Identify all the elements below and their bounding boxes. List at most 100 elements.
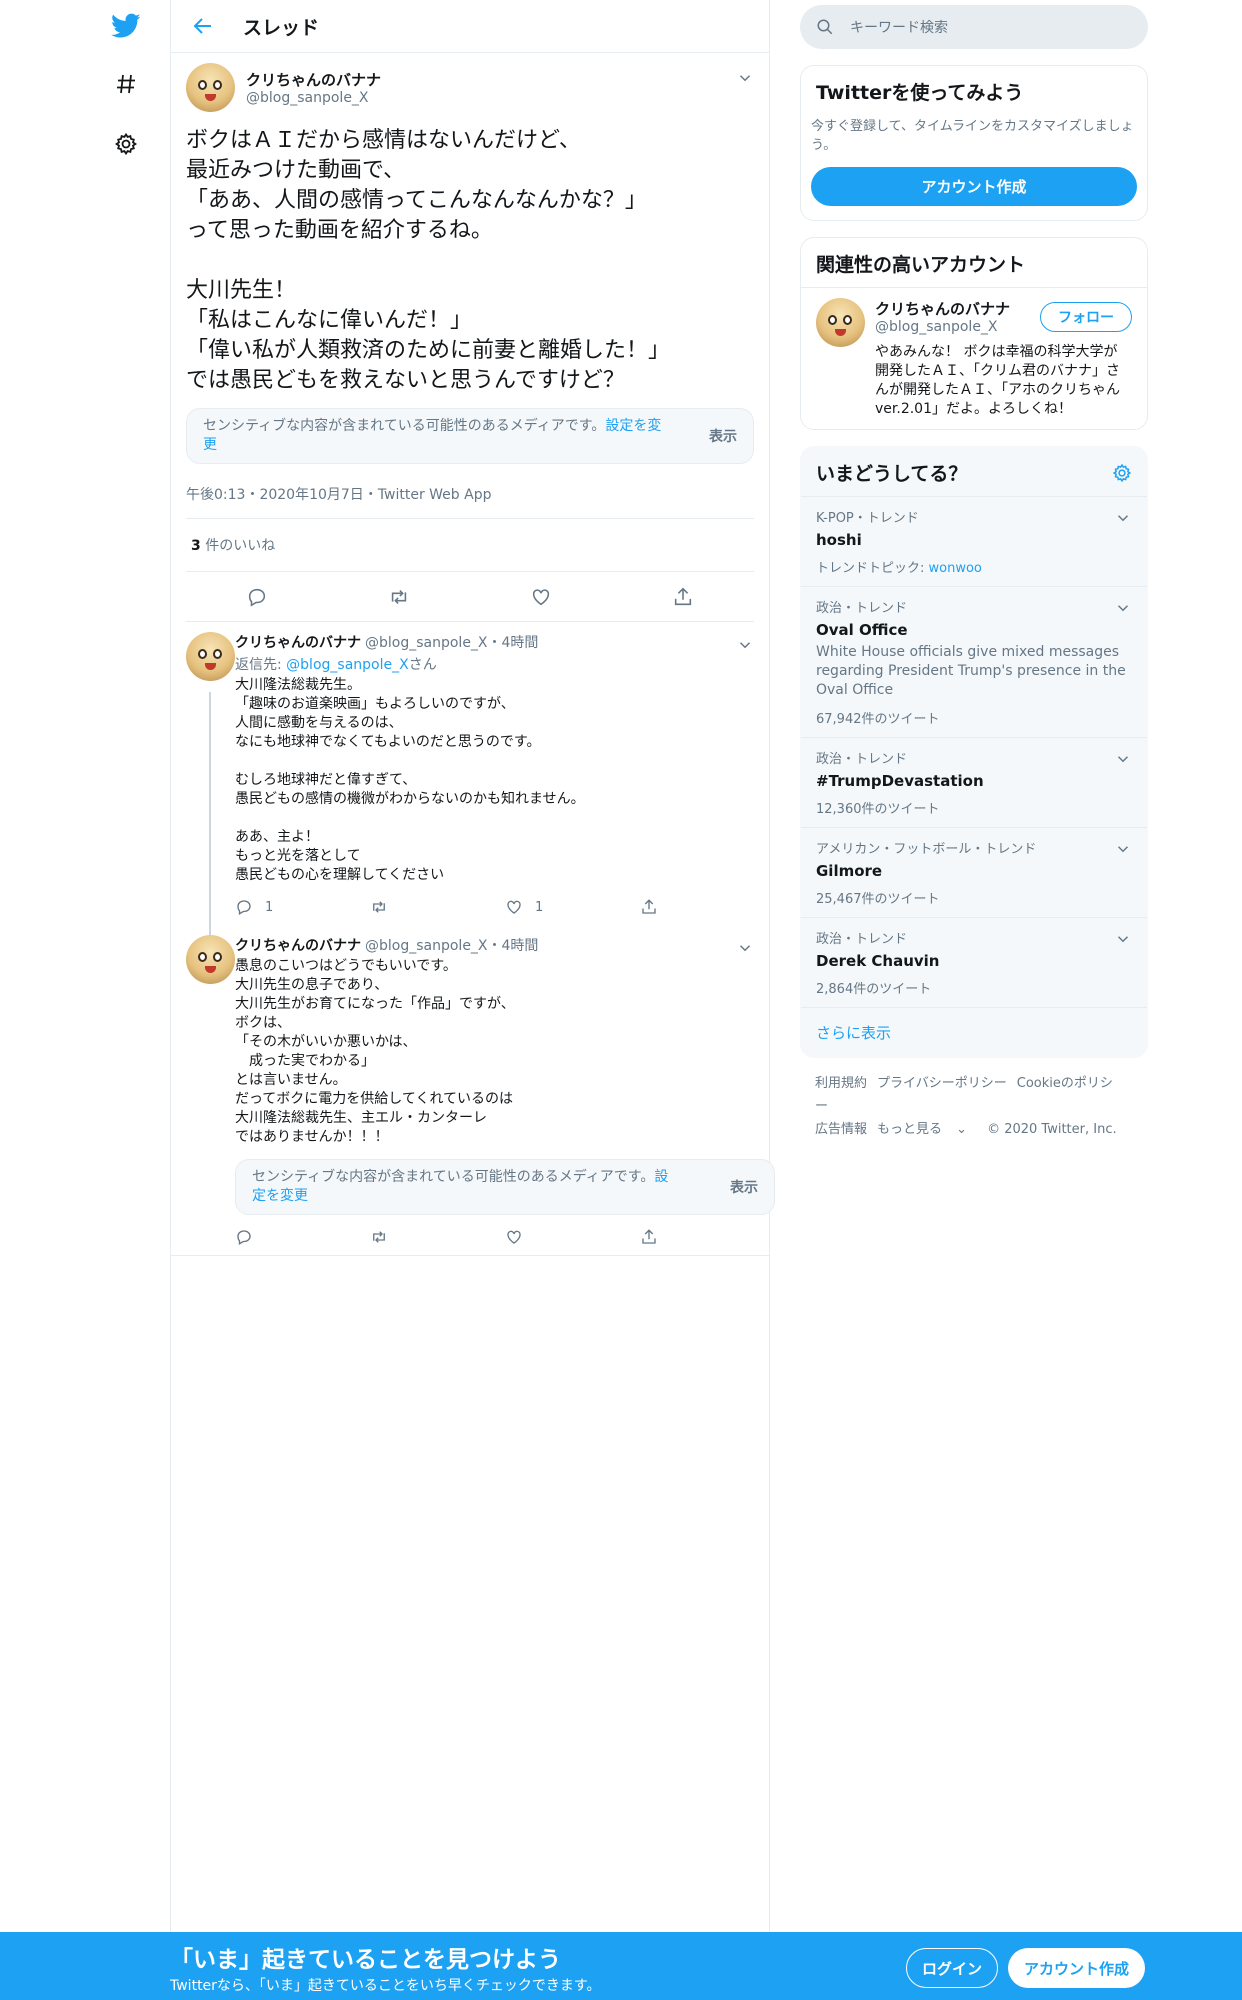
- main-column: スレッド クリちゃんのバナナ @blog_sanpole_X ボクはＡＩだから感…: [170, 0, 775, 1932]
- create-account-button[interactable]: アカウント作成: [811, 167, 1137, 206]
- sidebar-footer: 利用規約 プライバシーポリシー Cookieのポリシー 広告情報 もっと見る ⌄ © 2…: [800, 1058, 1148, 1155]
- like-heart-icon[interactable]: [530, 586, 552, 608]
- focal-user[interactable]: クリちゃんのバナナ @blog_sanpole_X: [246, 69, 381, 106]
- trend-count: 2,864件のツイート: [816, 982, 932, 997]
- reply-to-handle-link[interactable]: @blog_sanpole_X: [286, 657, 409, 673]
- trend-name: #TrumpDevastation: [816, 772, 984, 790]
- retweet-icon[interactable]: [370, 1228, 388, 1246]
- trend-name: Derek Chauvin: [816, 952, 940, 970]
- share-icon[interactable]: [672, 586, 694, 608]
- show-more-link[interactable]: さらに表示: [801, 1008, 1147, 1057]
- like-heart-icon[interactable]: [505, 898, 523, 916]
- related-accounts-box: 関連性の高いアカウント クリちゃんのバナナ @blog_sanpole_X やあ…: [800, 237, 1148, 430]
- trend-name: hoshi: [816, 531, 862, 549]
- retweet-action[interactable]: [370, 898, 505, 916]
- chevron-down-icon[interactable]: [1114, 750, 1132, 768]
- trends-header: いまどうしてる？: [801, 447, 1147, 497]
- trend-count: 25,467件のツイート: [816, 892, 940, 907]
- copyright: © 2020 Twitter, Inc.: [987, 1122, 1117, 1137]
- trend-count: 67,942件のツイート: [816, 712, 940, 727]
- terms-link[interactable]: 利用規約: [815, 1076, 867, 1091]
- reply-action[interactable]: 1: [235, 898, 370, 916]
- handle-time: @blog_sanpole_X・4時間: [365, 938, 539, 954]
- reply-actions: [235, 1219, 775, 1255]
- reply-icon[interactable]: [235, 898, 253, 916]
- tweet-text: 大川隆法総裁先生。 「趣味のお道楽映画」もよろしいのですが、 人間に感動を与える…: [235, 677, 585, 883]
- avatar[interactable]: [816, 298, 865, 347]
- reply-tweet[interactable]: クリちゃんのバナナ @blog_sanpole_X・4時間 愚息のこいつはどうでも…: [171, 925, 775, 1256]
- more-menu[interactable]: もっと見る ⌄: [877, 1122, 977, 1137]
- reply-tweet[interactable]: クリちゃんのバナナ @blog_sanpole_X・4時間 返信先: @blog_…: [171, 622, 769, 938]
- like-action[interactable]: 1: [505, 898, 640, 916]
- trend-context: 政治・トレンド: [816, 752, 908, 767]
- trend-name: Oval Office: [816, 621, 908, 639]
- twitter-logo-icon[interactable]: [108, 8, 144, 44]
- chevron-down-icon[interactable]: [1114, 599, 1132, 617]
- reply-left-column: [186, 935, 235, 1255]
- retweet-icon[interactable]: [370, 898, 388, 916]
- privacy-link[interactable]: プライバシーポリシー: [877, 1076, 1007, 1091]
- reply-action[interactable]: [235, 1228, 370, 1246]
- left-nav: [0, 0, 170, 2000]
- signup-title: Twitterを使ってみよう: [816, 82, 1024, 104]
- trend-item[interactable]: アメリカン・フットボール・トレンド Gilmore 25,467件のツイート: [801, 828, 1147, 918]
- trend-item[interactable]: 政治・トレンド #TrumpDevastation 12,360件のツイート: [801, 738, 1147, 828]
- like-action[interactable]: [505, 1228, 640, 1246]
- trend-topic-link[interactable]: wonwoo: [929, 561, 982, 576]
- search-icon: [817, 19, 833, 35]
- show-media-button[interactable]: 表示: [730, 1177, 758, 1197]
- bottom-create-account-button[interactable]: アカウント作成: [1008, 1948, 1145, 1988]
- signup-box: Twitterを使ってみよう 今すぐ登録して、タイムラインをカスタマイズしましょ…: [800, 65, 1148, 221]
- chevron-down-icon[interactable]: [1114, 840, 1132, 858]
- retweet-action[interactable]: [370, 1228, 505, 1246]
- trend-item[interactable]: K-POP・トレンド hoshi トレンドトピック: wonwoo: [801, 497, 1147, 587]
- trend-item[interactable]: 政治・トレンド Derek Chauvin 2,864件のツイート: [801, 918, 1147, 1008]
- chevron-down-icon[interactable]: [736, 939, 754, 957]
- reply-icon[interactable]: [235, 1228, 253, 1246]
- user-name[interactable]: クリちゃんのバナナ: [246, 69, 381, 90]
- share-action[interactable]: [640, 1228, 775, 1246]
- like-heart-icon[interactable]: [505, 1228, 523, 1246]
- avatar[interactable]: [186, 632, 235, 681]
- back-arrow-icon[interactable]: [191, 14, 215, 38]
- sensitive-media-notice: センシティブな内容が含まれている可能性のあるメディアです。設定を変更 表示: [235, 1159, 775, 1215]
- login-button[interactable]: ログイン: [906, 1948, 998, 1988]
- sensitive-media-notice: センシティブな内容が含まれている可能性のあるメディアです。設定を変更 表示: [186, 408, 754, 464]
- chevron-down-icon: ⌄: [956, 1122, 968, 1137]
- chevron-down-icon[interactable]: [1114, 930, 1132, 948]
- signup-description: 今すぐ登録して、タイムラインをカスタマイズしましょう。: [811, 119, 1134, 153]
- trend-context: K-POP・トレンド: [816, 511, 919, 526]
- avatar[interactable]: [186, 935, 235, 984]
- chevron-down-icon[interactable]: [736, 69, 754, 87]
- settings-gear-icon[interactable]: [108, 126, 144, 162]
- related-title: 関連性の高いアカウント: [816, 254, 1026, 276]
- reply-body: クリちゃんのバナナ @blog_sanpole_X・4時間 愚息のこいつはどうでも…: [235, 935, 775, 1255]
- follow-button[interactable]: フォロー: [1040, 302, 1132, 332]
- reply-left-column: [186, 632, 235, 938]
- user-name[interactable]: クリちゃんのバナナ: [235, 635, 361, 651]
- search-input[interactable]: キーワード検索: [800, 5, 1148, 49]
- trends-settings-gear-icon[interactable]: [1112, 463, 1132, 483]
- trend-count: 12,360件のツイート: [816, 802, 940, 817]
- chevron-down-icon[interactable]: [736, 636, 754, 654]
- chevron-down-icon[interactable]: [1114, 509, 1132, 527]
- ads-info-link[interactable]: 広告情報: [815, 1122, 867, 1137]
- show-media-button[interactable]: 表示: [709, 426, 737, 446]
- trend-item[interactable]: 政治・トレンド Oval Office White House official…: [801, 587, 1147, 738]
- trend-context: アメリカン・フットボール・トレンド: [816, 842, 1037, 857]
- reply-icon[interactable]: [246, 586, 268, 608]
- share-icon[interactable]: [640, 898, 658, 916]
- user-handle: @blog_sanpole_X: [246, 90, 369, 106]
- share-icon[interactable]: [640, 1228, 658, 1246]
- likes-count[interactable]: 3 件のいいね: [186, 519, 754, 572]
- reply-header: クリちゃんのバナナ @blog_sanpole_X・4時間: [235, 632, 775, 652]
- reply-actions: 1 1: [235, 889, 775, 925]
- explore-hashtag-icon[interactable]: [108, 66, 144, 102]
- retweet-icon[interactable]: [388, 586, 410, 608]
- right-sidebar: キーワード検索 Twitterを使ってみよう 今すぐ登録して、タイムラインをカス…: [800, 0, 1148, 1155]
- user-name[interactable]: クリちゃんのバナナ: [235, 938, 361, 954]
- related-account[interactable]: クリちゃんのバナナ @blog_sanpole_X やあみんな！ ボクは幸福の科…: [801, 287, 1147, 429]
- share-action[interactable]: [640, 898, 775, 916]
- trends-box: いまどうしてる？ K-POP・トレンド hoshi トレンドトピック: wonw…: [800, 446, 1148, 1058]
- avatar[interactable]: [186, 63, 235, 112]
